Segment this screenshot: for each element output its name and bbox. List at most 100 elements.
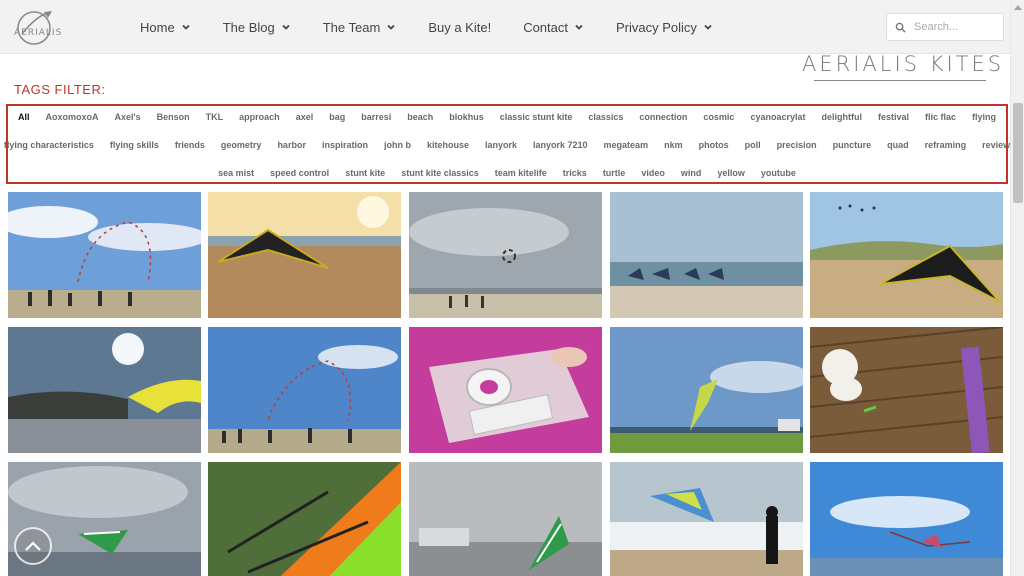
tag[interactable]: bag bbox=[329, 112, 345, 122]
gallery-photo[interactable] bbox=[810, 462, 1003, 576]
site-title: AERIALIS KITES bbox=[802, 52, 1005, 76]
scroll-thumb[interactable] bbox=[1013, 103, 1023, 203]
chevron-down-icon bbox=[575, 24, 583, 30]
tag[interactable]: barresi bbox=[361, 112, 391, 122]
tag[interactable]: classics bbox=[588, 112, 623, 122]
page-scrollbar[interactable] bbox=[1010, 0, 1024, 576]
chevron-up-icon bbox=[25, 541, 41, 551]
tag[interactable]: blokhus bbox=[449, 112, 484, 122]
gallery-photo[interactable] bbox=[8, 192, 201, 318]
gallery-photo[interactable] bbox=[208, 462, 401, 576]
tag[interactable]: wind bbox=[681, 168, 702, 178]
chevron-down-icon bbox=[182, 24, 190, 30]
tag[interactable]: axel bbox=[296, 112, 314, 122]
photo-kites-on-shore bbox=[610, 192, 803, 318]
nav-item-blog[interactable]: The Blog bbox=[223, 20, 291, 35]
tag[interactable]: flic flac bbox=[925, 112, 956, 122]
gallery-photo[interactable] bbox=[8, 327, 201, 453]
tag[interactable]: lanyork bbox=[485, 140, 517, 150]
tag[interactable]: kitehouse bbox=[427, 140, 469, 150]
gallery-photo[interactable] bbox=[409, 192, 602, 318]
search-icon bbox=[895, 22, 906, 33]
site-logo[interactable]: AERIALIS bbox=[14, 8, 72, 48]
tag[interactable]: yellow bbox=[717, 168, 745, 178]
nav-item-contact[interactable]: Contact bbox=[523, 20, 584, 35]
nav-item-privacy[interactable]: Privacy Policy bbox=[616, 20, 713, 35]
tag[interactable]: precision bbox=[777, 140, 817, 150]
photo-kite-harbor-mist bbox=[409, 462, 602, 576]
tag[interactable]: AoxomoxoA bbox=[45, 112, 98, 122]
nav-item-team[interactable]: The Team bbox=[323, 20, 397, 35]
tag[interactable]: video bbox=[641, 168, 665, 178]
tag[interactable]: harbor bbox=[277, 140, 306, 150]
tag[interactable]: beach bbox=[407, 112, 433, 122]
tag-all[interactable]: All bbox=[18, 112, 30, 122]
tag-row: flying characteristics flying skills fri… bbox=[4, 140, 1010, 150]
gallery-photo[interactable] bbox=[810, 327, 1003, 453]
tag[interactable]: geometry bbox=[221, 140, 262, 150]
tag[interactable]: team kitelife bbox=[495, 168, 547, 178]
tags-filter-box: All AoxomoxoA Axel's Benson TKL approach… bbox=[4, 104, 1010, 184]
tag[interactable]: cosmic bbox=[703, 112, 734, 122]
search-input[interactable] bbox=[914, 21, 1000, 33]
tag[interactable]: stunt kite bbox=[345, 168, 385, 178]
tag[interactable]: Benson bbox=[157, 112, 190, 122]
tag[interactable]: john b bbox=[384, 140, 411, 150]
top-navbar: AERIALIS Home The Blog The Team Buy a Ki… bbox=[0, 0, 1010, 54]
tag[interactable]: Axel's bbox=[115, 112, 141, 122]
gallery-photo[interactable] bbox=[810, 192, 1003, 318]
tag[interactable]: photos bbox=[699, 140, 729, 150]
gallery-photo[interactable] bbox=[610, 462, 803, 576]
nav-label: Privacy Policy bbox=[616, 19, 697, 35]
tag[interactable]: tricks bbox=[563, 168, 587, 178]
photo-kites-sky-crowd bbox=[8, 192, 201, 318]
tag[interactable]: turtle bbox=[603, 168, 626, 178]
tag[interactable]: cyanoacrylat bbox=[750, 112, 805, 122]
nav-label: Buy a Kite! bbox=[428, 19, 492, 35]
tag[interactable]: review bbox=[982, 140, 1010, 150]
tag[interactable]: lanyork 7210 bbox=[533, 140, 588, 150]
tag[interactable]: quad bbox=[887, 140, 909, 150]
tag[interactable]: reframing bbox=[925, 140, 967, 150]
tag[interactable]: flying characteristics bbox=[4, 140, 94, 150]
search-box[interactable] bbox=[886, 13, 1004, 41]
nav-label: Contact bbox=[523, 19, 568, 35]
scroll-up-button[interactable] bbox=[1011, 0, 1024, 14]
tag[interactable]: approach bbox=[239, 112, 280, 122]
tag[interactable]: friends bbox=[175, 140, 205, 150]
tag[interactable]: youtube bbox=[761, 168, 796, 178]
nav-item-home[interactable]: Home bbox=[140, 20, 191, 35]
gallery-photo[interactable] bbox=[610, 192, 803, 318]
gallery-photo[interactable] bbox=[409, 327, 602, 453]
tag[interactable]: megateam bbox=[604, 140, 649, 150]
photo-gallery bbox=[8, 192, 1004, 576]
photo-kites-crowd-blue bbox=[208, 327, 401, 453]
chevron-down-icon bbox=[282, 24, 290, 30]
tag[interactable]: flying skills bbox=[110, 140, 159, 150]
nav-item-buy-kite[interactable]: Buy a Kite! bbox=[428, 20, 491, 35]
tag[interactable]: delightful bbox=[821, 112, 862, 122]
tag[interactable]: sea mist bbox=[218, 168, 254, 178]
back-to-top-button[interactable] bbox=[14, 527, 52, 565]
tag[interactable]: poll bbox=[745, 140, 761, 150]
tag[interactable]: flying bbox=[972, 112, 996, 122]
tag[interactable]: nkm bbox=[664, 140, 683, 150]
tag[interactable]: inspiration bbox=[322, 140, 368, 150]
gallery-photo[interactable] bbox=[610, 327, 803, 453]
photo-kite-blue-sky bbox=[810, 462, 1003, 576]
nav-label: The Blog bbox=[222, 19, 275, 35]
gallery-photo[interactable] bbox=[409, 462, 602, 576]
tag[interactable]: classic stunt kite bbox=[500, 112, 573, 122]
tag[interactable]: speed control bbox=[270, 168, 329, 178]
logo-text: AERIALIS bbox=[14, 28, 63, 38]
tag[interactable]: TKL bbox=[206, 112, 224, 122]
gallery-photo[interactable] bbox=[208, 327, 401, 453]
gallery-photo[interactable] bbox=[208, 192, 401, 318]
tag[interactable]: connection bbox=[639, 112, 687, 122]
tag[interactable]: stunt kite classics bbox=[401, 168, 479, 178]
tag[interactable]: festival bbox=[878, 112, 909, 122]
photo-yellow-kite-sunburst bbox=[8, 327, 201, 453]
tag[interactable]: puncture bbox=[833, 140, 872, 150]
photo-dog-on-deck bbox=[810, 327, 1003, 453]
photo-overcast-beach bbox=[409, 192, 602, 318]
